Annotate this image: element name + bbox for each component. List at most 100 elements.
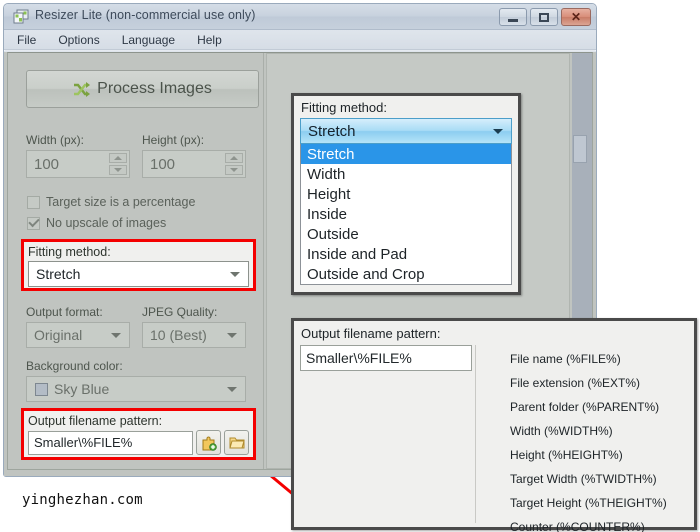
- width-stepper[interactable]: 100: [26, 150, 130, 178]
- option-inside-and-pad[interactable]: Inside and Pad: [301, 244, 511, 264]
- app-images-icon: [13, 9, 29, 24]
- chevron-down-icon: [230, 168, 238, 172]
- pattern-item-target-height[interactable]: Target Height (%THEIGHT%): [510, 491, 688, 515]
- browse-folder-button[interactable]: [224, 430, 249, 455]
- popup-pattern-label: Output filename pattern:: [301, 326, 441, 341]
- pattern-item-parent-folder[interactable]: Parent folder (%PARENT%): [510, 395, 688, 419]
- minimize-button[interactable]: [499, 8, 527, 26]
- background-color-value: Sky Blue: [54, 381, 110, 397]
- title-bar: Resizer Lite (non-commercial use only) ✕: [4, 4, 596, 30]
- close-icon: ✕: [570, 10, 582, 24]
- popup-pattern-left: Smaller\%FILE%: [300, 345, 472, 523]
- output-format-group: Output format: Original: [26, 305, 130, 348]
- fitting-method-combobox[interactable]: Stretch: [28, 261, 249, 287]
- height-increment-button[interactable]: [225, 153, 243, 163]
- jpeg-quality-value: 10 (Best): [150, 327, 207, 343]
- background-color-group: Background color: Sky Blue: [26, 359, 246, 402]
- popup-pattern-input[interactable]: Smaller\%FILE%: [300, 345, 472, 371]
- jpeg-quality-group: JPEG Quality: 10 (Best): [142, 305, 246, 348]
- pattern-item-file-name[interactable]: File name (%FILE%): [510, 347, 688, 371]
- chevron-up-icon: [230, 156, 238, 160]
- menu-item-help[interactable]: Help: [194, 32, 225, 48]
- minimize-icon: [508, 18, 518, 22]
- maximize-icon: [539, 12, 549, 22]
- process-images-button[interactable]: Process Images: [26, 70, 259, 108]
- jpeg-quality-label: JPEG Quality:: [142, 305, 218, 319]
- height-decrement-button[interactable]: [225, 165, 243, 175]
- menu-item-language[interactable]: Language: [119, 32, 178, 48]
- output-format-label: Output format:: [26, 305, 103, 319]
- pattern-item-height[interactable]: Height (%HEIGHT%): [510, 443, 688, 467]
- background-color-label: Background color:: [26, 359, 123, 373]
- option-height[interactable]: Height: [301, 184, 511, 204]
- pattern-item-counter[interactable]: Counter (%COUNTER%): [510, 515, 688, 532]
- width-value[interactable]: 100: [27, 156, 59, 173]
- output-format-value: Original: [34, 327, 83, 343]
- process-images-label: Process Images: [97, 80, 212, 97]
- checkbox-target-percentage-label: Target size is a percentage: [46, 195, 196, 209]
- window-controls: ✕: [499, 8, 591, 26]
- width-field-group: Width (px): 100: [26, 133, 130, 178]
- chevron-down-icon: [114, 168, 122, 172]
- chevron-down-icon: [493, 129, 503, 134]
- pattern-token-list: File name (%FILE%) File extension (%EXT%…: [480, 345, 688, 532]
- height-stepper[interactable]: 100: [142, 150, 246, 178]
- option-inside[interactable]: Inside: [301, 204, 511, 224]
- width-increment-button[interactable]: [109, 153, 127, 163]
- popup-fitting-combobox[interactable]: Stretch: [300, 118, 512, 144]
- output-pattern-highlight: Output filename pattern: Smaller\%FILE%: [21, 408, 256, 460]
- popup-pattern-right: File name (%FILE%) File extension (%EXT%…: [475, 345, 688, 532]
- popup-pattern-value: Smaller\%FILE%: [306, 350, 412, 366]
- output-format-combobox[interactable]: Original: [26, 322, 130, 348]
- checkbox-target-percentage[interactable]: Target size is a percentage: [27, 195, 195, 209]
- output-pattern-row: Smaller\%FILE%: [28, 430, 249, 455]
- height-field-label: Height (px):: [142, 133, 205, 147]
- fitting-method-value: Stretch: [36, 266, 81, 282]
- jpeg-quality-combobox[interactable]: 10 (Best): [142, 322, 246, 348]
- popup-pattern-body: Smaller\%FILE% File name (%FILE%) File e…: [300, 345, 688, 532]
- menu-item-options[interactable]: Options: [55, 32, 102, 48]
- option-stretch[interactable]: Stretch: [301, 144, 511, 164]
- folder-browse-icon: [228, 437, 245, 448]
- scrollbar-thumb[interactable]: [573, 135, 587, 163]
- checkbox-no-upscale-label: No upscale of images: [46, 216, 167, 230]
- chevron-down-icon: [227, 333, 237, 338]
- height-spin-buttons: [225, 153, 243, 175]
- pattern-item-target-width[interactable]: Target Width (%TWIDTH%): [510, 467, 688, 491]
- width-decrement-button[interactable]: [109, 165, 127, 175]
- chevron-down-icon: [111, 333, 121, 338]
- option-width[interactable]: Width: [301, 164, 511, 184]
- popup-fitting-combobox-wrap: Stretch Stretch Width Height Inside Outs…: [300, 118, 512, 285]
- height-value[interactable]: 100: [143, 156, 175, 173]
- menu-item-file[interactable]: File: [14, 32, 39, 48]
- output-pattern-input[interactable]: Smaller\%FILE%: [28, 430, 193, 455]
- output-pattern-popup: Output filename pattern: Smaller\%FILE% …: [291, 318, 697, 532]
- checkbox-no-upscale[interactable]: No upscale of images: [27, 216, 166, 230]
- output-pattern-value: Smaller\%FILE%: [34, 435, 133, 450]
- option-outside-and-crop[interactable]: Outside and Crop: [301, 264, 511, 284]
- insert-pattern-button[interactable]: [196, 430, 221, 455]
- chevron-down-icon: [230, 272, 240, 277]
- menu-bar: File Options Language Help: [4, 30, 596, 50]
- background-color-combobox[interactable]: Sky Blue: [26, 376, 246, 402]
- size-fields-row: Width (px): 100 Height (px): 100: [26, 133, 246, 178]
- format-fields-row: Output format: Original JPEG Quality: 10…: [26, 305, 246, 348]
- pattern-item-width[interactable]: Width (%WIDTH%): [510, 419, 688, 443]
- fitting-method-highlight: Fitting method: Stretch: [21, 239, 256, 291]
- maximize-button[interactable]: [530, 8, 558, 26]
- settings-pane: Process Images Width (px): 100 Height (p…: [8, 53, 264, 469]
- watermark-text: yinghezhan.com: [22, 492, 143, 508]
- width-field-label: Width (px):: [26, 133, 85, 147]
- popup-fitting-label: Fitting method:: [301, 100, 387, 115]
- option-outside[interactable]: Outside: [301, 224, 511, 244]
- window-title: Resizer Lite (non-commercial use only): [35, 8, 256, 22]
- height-field-group: Height (px): 100: [142, 133, 246, 178]
- close-button[interactable]: ✕: [561, 8, 591, 26]
- checkbox-icon[interactable]: [27, 195, 40, 209]
- fitting-method-popup: Fitting method: Stretch Stretch Width He…: [291, 93, 521, 295]
- shuffle-arrows-icon: [74, 81, 91, 97]
- insert-pattern-icon: [202, 435, 217, 451]
- fitting-method-label: Fitting method:: [28, 245, 111, 259]
- pattern-item-file-extension[interactable]: File extension (%EXT%): [510, 371, 688, 395]
- checkbox-checked-icon[interactable]: [27, 216, 40, 230]
